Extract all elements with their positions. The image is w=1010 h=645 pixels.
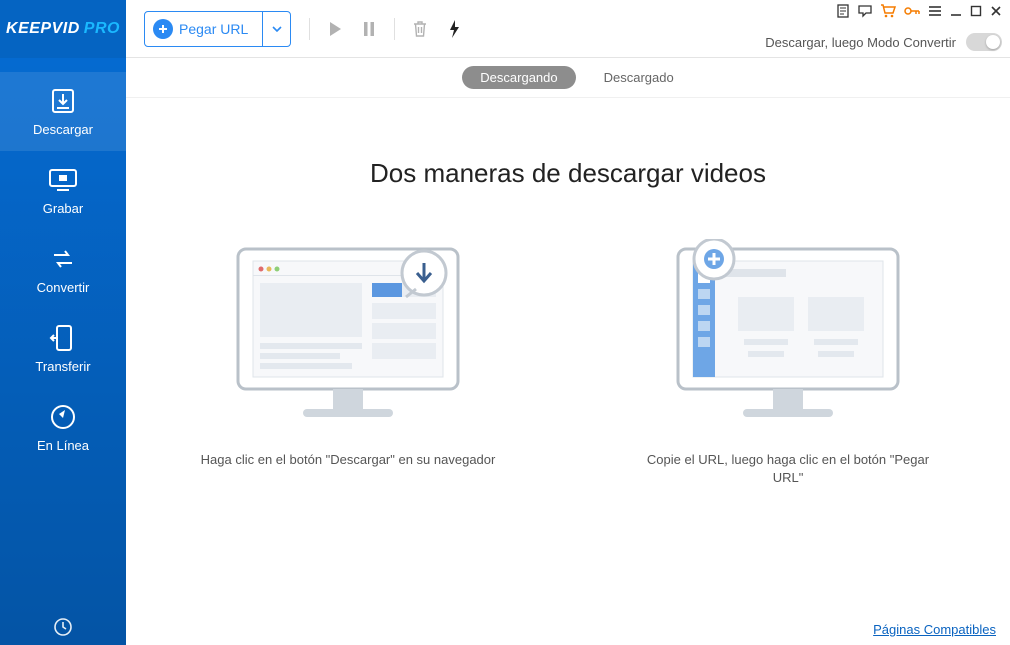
method1-caption: Haga clic en el botón "Descargar" en su … — [201, 451, 496, 469]
record-icon — [45, 165, 81, 195]
online-icon — [45, 402, 81, 432]
paste-url-group: Pegar URL — [144, 11, 291, 47]
menu-icon[interactable] — [928, 5, 942, 17]
sidebar-item-label: Convertir — [37, 280, 90, 295]
history-button[interactable] — [0, 617, 126, 637]
sidebar-item-transferir[interactable]: Transferir — [0, 309, 126, 388]
sidebar-item-label: En Línea — [37, 438, 89, 453]
plus-icon — [153, 19, 173, 39]
minimize-button[interactable] — [950, 5, 962, 17]
paste-url-button[interactable]: Pegar URL — [145, 12, 262, 46]
download-icon — [45, 86, 81, 116]
lightning-icon — [448, 19, 460, 39]
pause-icon — [363, 21, 375, 37]
delete-button[interactable] — [403, 12, 437, 46]
top-right-area: Descargar, luego Modo Convertir — [765, 2, 1002, 55]
page-headline: Dos maneras de descargar videos — [370, 158, 766, 189]
method2-caption: Copie el URL, luego haga clic en el botó… — [638, 451, 938, 487]
top-bar: KEEPVID PRO Pegar URL — [0, 0, 1010, 58]
monitor-illustration-2 — [668, 239, 908, 429]
sidebar-item-grabar[interactable]: Grabar — [0, 151, 126, 230]
convert-mode-row: Descargar, luego Modo Convertir — [765, 33, 1002, 51]
sidebar-item-label: Grabar — [43, 201, 83, 216]
tab-descargando[interactable]: Descargando — [462, 66, 575, 89]
toolbar-icons — [301, 12, 471, 46]
convert-mode-label: Descargar, luego Modo Convertir — [765, 35, 956, 50]
app-logo: KEEPVID PRO — [0, 0, 126, 58]
clock-icon — [53, 617, 73, 637]
feedback-icon[interactable] — [858, 4, 872, 18]
paste-url-label: Pegar URL — [179, 21, 248, 37]
key-icon[interactable] — [904, 6, 920, 16]
sidebar: Descargar Grabar Convertir Transferir En — [0, 58, 126, 645]
pause-button[interactable] — [352, 12, 386, 46]
close-button[interactable] — [990, 5, 1002, 17]
logo-suffix: PRO — [84, 20, 120, 38]
convert-mode-toggle[interactable] — [966, 33, 1002, 51]
sidebar-item-label: Transferir — [35, 359, 90, 374]
turbo-button[interactable] — [437, 12, 471, 46]
trash-icon — [412, 20, 428, 38]
content: Dos maneras de descargar videos — [126, 98, 1010, 645]
system-icons — [836, 4, 1002, 18]
tab-descargado[interactable]: Descargado — [604, 70, 674, 85]
tabs-row: Descargando Descargado — [126, 58, 1010, 98]
sidebar-item-label: Descargar — [33, 122, 93, 137]
sidebar-item-convertir[interactable]: Convertir — [0, 230, 126, 309]
divider — [309, 18, 310, 40]
transfer-icon — [45, 323, 81, 353]
maximize-button[interactable] — [970, 5, 982, 17]
play-icon — [328, 21, 342, 37]
cart-icon[interactable] — [880, 4, 896, 18]
convert-icon — [45, 244, 81, 274]
body-row: Descargar Grabar Convertir Transferir En — [0, 58, 1010, 645]
chevron-down-icon — [272, 26, 282, 32]
methods-row: Haga clic en el botón "Descargar" en su … — [198, 239, 938, 487]
play-button[interactable] — [318, 12, 352, 46]
sidebar-item-en-linea[interactable]: En Línea — [0, 388, 126, 467]
main-area: Descargando Descargado Dos maneras de de… — [126, 58, 1010, 645]
notes-icon[interactable] — [836, 4, 850, 18]
monitor-illustration-1 — [228, 239, 468, 429]
method-browser-download: Haga clic en el botón "Descargar" en su … — [198, 239, 498, 469]
divider — [394, 18, 395, 40]
sidebar-item-descargar[interactable]: Descargar — [0, 72, 126, 151]
paste-url-dropdown[interactable] — [262, 12, 290, 46]
method-paste-url: Copie el URL, luego haga clic en el botó… — [638, 239, 938, 487]
compatible-pages-link[interactable]: Páginas Compatibles — [873, 622, 996, 637]
logo-brand: KEEPVID — [6, 20, 80, 38]
